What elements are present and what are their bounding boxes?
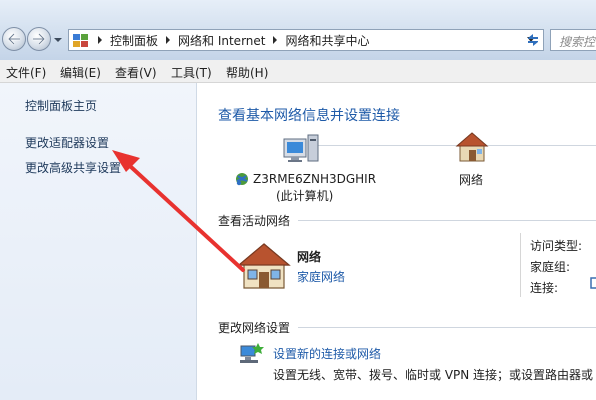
setup-new-connection-link[interactable]: 设置新的连接或网络 [273, 345, 381, 362]
setup-description: 设置无线、宽带、拨号、临时或 VPN 连接；或设置路由器或 [273, 368, 594, 382]
this-computer-label: (此计算机) [276, 189, 334, 203]
main-content: 查看基本网络信息并设置连接 Z3RME6ZNH3DGHIR (此计算机) 网络 … [198, 83, 596, 400]
chevron-right-icon[interactable] [268, 36, 282, 44]
breadcrumb-network-internet[interactable]: 网络和 Internet [175, 32, 268, 49]
menu-bar: 文件(F) 编辑(E) 查看(V) 工具(T) 帮助(H) [0, 60, 596, 83]
section-divider [298, 220, 596, 221]
home-network-icon[interactable] [236, 241, 292, 291]
computer-name: Z3RME6ZNH3DGHIR [253, 172, 377, 186]
breadcrumb: 控制面板 网络和 Internet 网络和共享中心 [93, 30, 373, 50]
menu-file[interactable]: 文件(F) [6, 64, 46, 81]
address-box[interactable]: 控制面板 网络和 Internet 网络和共享中心 [68, 29, 544, 51]
search-placeholder: 搜索控制 [559, 35, 596, 49]
connections-label: 连接: [530, 281, 559, 295]
arrow-right-icon [33, 33, 46, 45]
refresh-button[interactable] [521, 29, 545, 51]
menu-tools[interactable]: 工具(T) [171, 64, 212, 81]
breadcrumb-control-panel[interactable]: 控制面板 [107, 32, 161, 49]
link-change-advanced-sharing[interactable]: 更改高级共享设置 [25, 159, 121, 176]
house-network-icon[interactable] [455, 131, 489, 163]
chevron-right-icon[interactable] [161, 36, 175, 44]
section-divider [298, 327, 596, 328]
active-network-name: 网络 [297, 250, 322, 264]
control-panel-icon [73, 34, 88, 47]
link-change-adapter-settings[interactable]: 更改适配器设置 [25, 134, 109, 151]
computer-name-row: Z3RME6ZNH3DGHIR [234, 171, 376, 187]
menu-view[interactable]: 查看(V) [115, 64, 157, 81]
homegroup-label: 家庭组: [530, 260, 571, 274]
chevron-right-icon[interactable] [93, 36, 107, 44]
network-map-connector [308, 145, 596, 146]
refresh-icon [528, 34, 538, 46]
computer-icon[interactable] [282, 129, 322, 163]
network-map-label: 网络 [459, 173, 484, 187]
breadcrumb-network-sharing-center[interactable]: 网络和共享中心 [282, 32, 372, 49]
active-networks-title: 查看活动网络 [218, 214, 291, 228]
recent-pages-dropdown-icon[interactable] [53, 35, 63, 45]
menu-edit[interactable]: 编辑(E) [60, 64, 101, 81]
properties-divider [520, 233, 521, 297]
menu-help[interactable]: 帮助(H) [226, 64, 268, 81]
connection-status-icon[interactable] [590, 277, 596, 289]
page-title: 查看基本网络信息并设置连接 [218, 108, 400, 124]
arrow-left-icon [7, 33, 20, 45]
globe-network-icon [236, 173, 248, 186]
back-button[interactable] [2, 27, 26, 51]
access-type-label: 访问类型: [530, 239, 583, 253]
link-control-panel-home[interactable]: 控制面板主页 [25, 97, 97, 114]
network-type-link[interactable]: 家庭网络 [297, 268, 345, 285]
forward-button[interactable] [27, 27, 51, 51]
change-settings-title: 更改网络设置 [218, 321, 291, 335]
new-connection-icon[interactable] [238, 342, 264, 366]
address-toolbar: 控制面板 网络和 Internet 网络和共享中心 搜索控制 [0, 0, 596, 60]
search-input[interactable]: 搜索控制 [550, 29, 596, 51]
task-pane: 控制面板主页 更改适配器设置 更改高级共享设置 [0, 83, 197, 400]
